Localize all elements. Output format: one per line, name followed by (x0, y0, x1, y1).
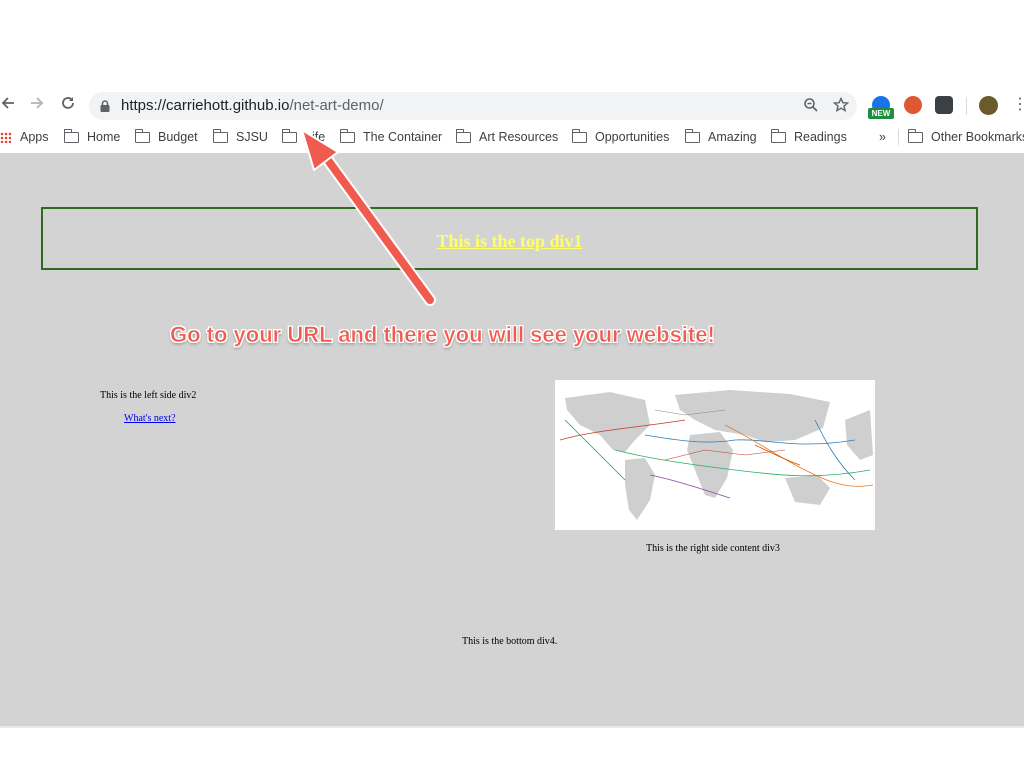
annotation-arrow-icon (301, 129, 436, 306)
annotation-callout-text: Go to your URL and there you will see yo… (170, 322, 715, 348)
